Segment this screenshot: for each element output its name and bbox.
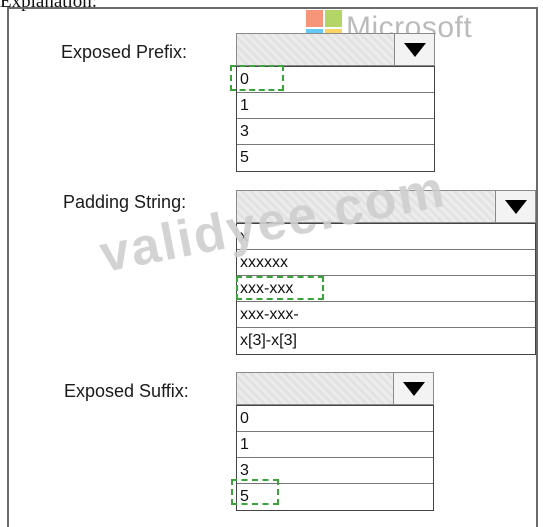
exposed-suffix-options: 0 1 3 5 — [236, 405, 434, 511]
logo-square-red — [306, 10, 323, 27]
option-xxx-xxx-dash[interactable]: xxx-xxx- — [237, 302, 535, 328]
exposed-prefix-dropdown-button[interactable] — [394, 34, 434, 65]
exposed-prefix-label: Exposed Prefix: — [61, 42, 188, 62]
logo-square-green — [325, 10, 342, 27]
option-xxxxxx[interactable]: xxxxxx — [237, 250, 535, 276]
option-xxx-xxx[interactable]: xxx-xxx — [237, 276, 535, 302]
option-3[interactable]: 3 — [237, 119, 434, 145]
padding-string-label: Padding String: — [63, 192, 187, 212]
option-1[interactable]: 1 — [237, 432, 433, 458]
triangle-down-icon — [403, 42, 426, 57]
option-5[interactable]: 5 — [237, 484, 433, 510]
triangle-down-icon — [402, 381, 425, 396]
option-3[interactable]: 3 — [237, 458, 433, 484]
option-x[interactable]: x — [237, 224, 535, 250]
option-0[interactable]: 0 — [237, 406, 433, 432]
exposed-suffix-label: Exposed Suffix: — [64, 381, 189, 401]
exposed-suffix-dropdown[interactable] — [236, 372, 434, 405]
option-1[interactable]: 1 — [237, 93, 434, 119]
exposed-prefix-options: 0 1 3 5 — [236, 66, 435, 172]
exposed-prefix-dropdown[interactable] — [236, 33, 435, 66]
option-5[interactable]: 5 — [237, 145, 434, 171]
triangle-down-icon — [504, 199, 527, 214]
padding-string-dropdown-button[interactable] — [495, 191, 535, 222]
padding-string-dropdown[interactable] — [236, 190, 536, 223]
option-0[interactable]: 0 — [237, 67, 434, 93]
padding-string-options: x xxxxxx xxx-xxx xxx-xxx- x[3]-x[3] — [236, 223, 536, 355]
exposed-suffix-dropdown-button[interactable] — [393, 373, 433, 404]
option-x3-x3[interactable]: x[3]-x[3] — [237, 328, 535, 354]
